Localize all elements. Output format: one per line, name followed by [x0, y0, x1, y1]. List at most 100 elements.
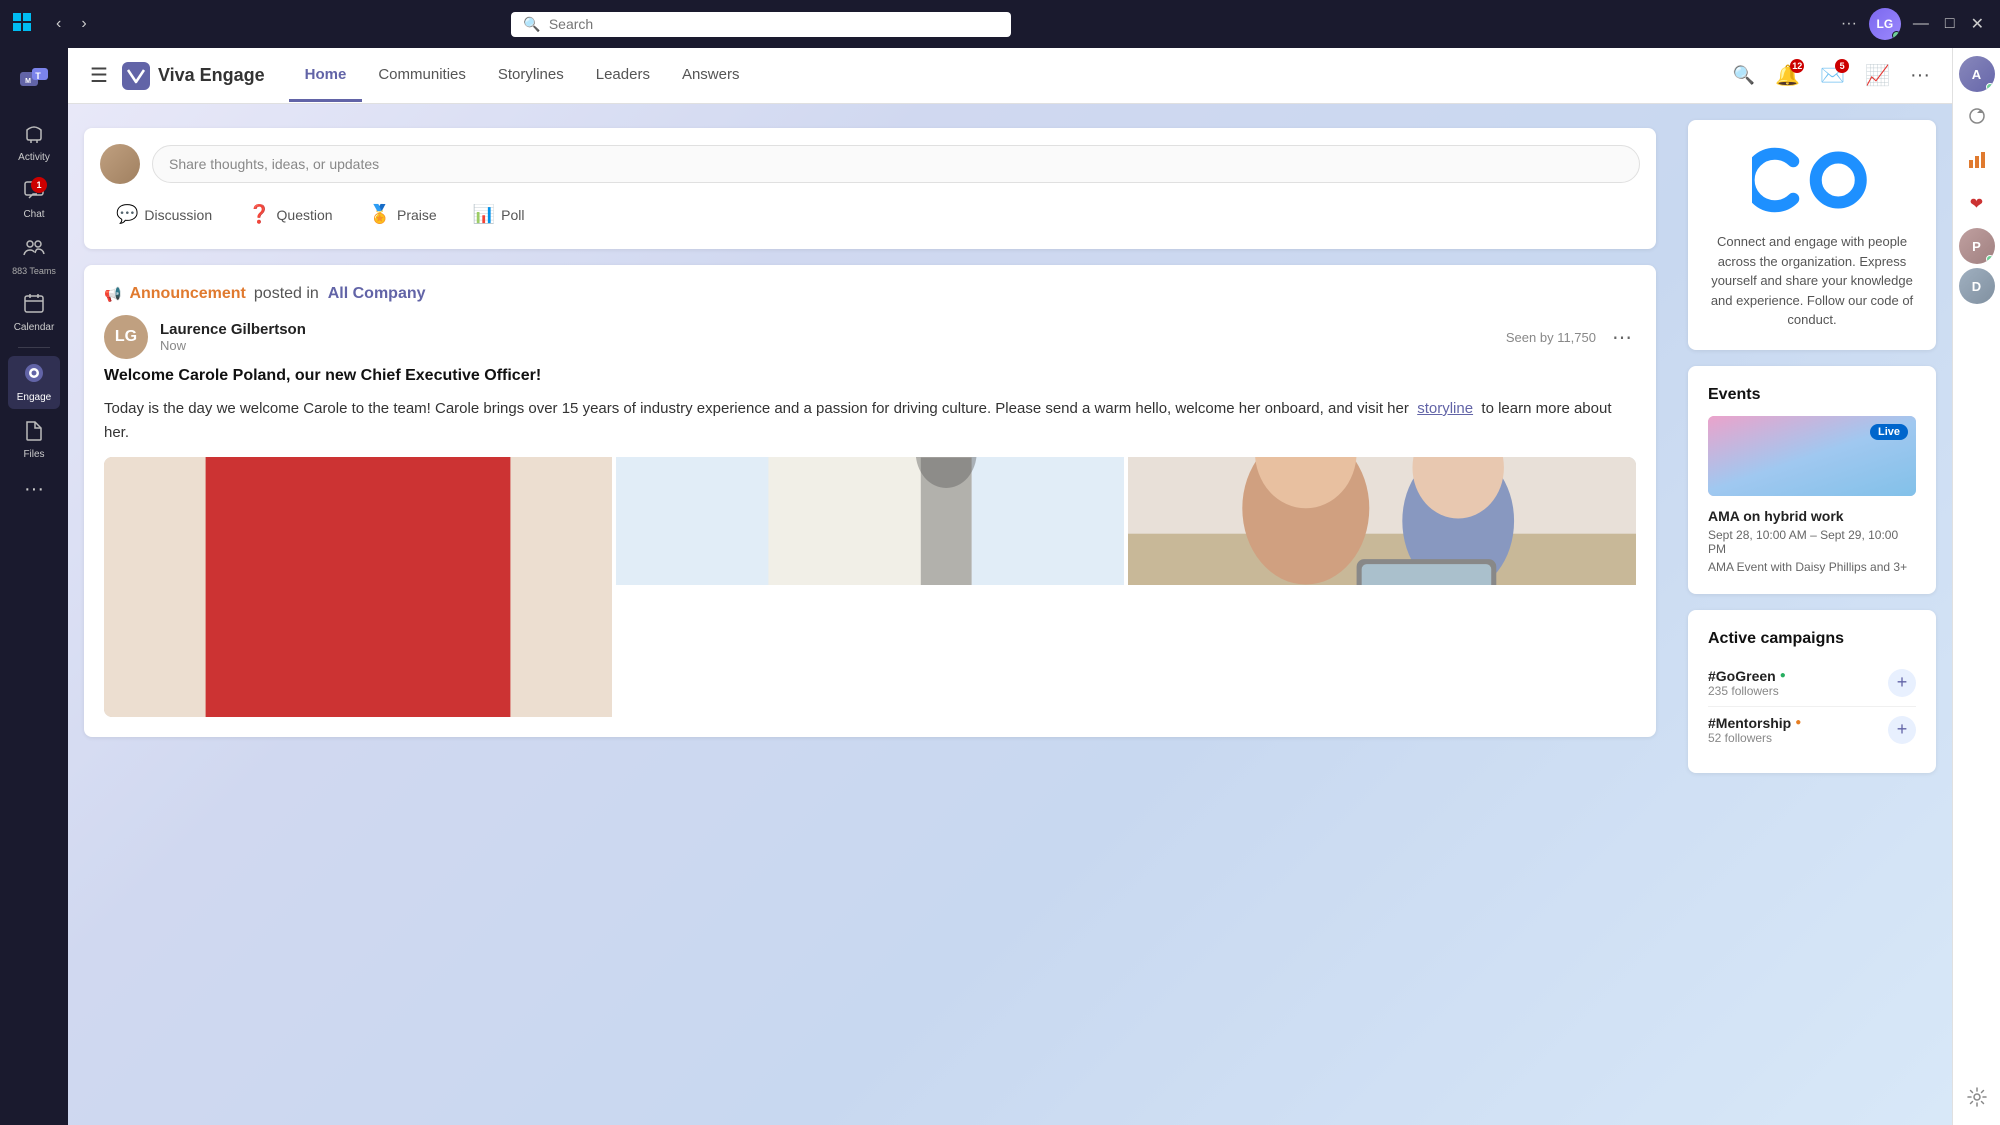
more-options-button[interactable]: ···: [1837, 11, 1861, 37]
minimize-button[interactable]: —: [1909, 11, 1933, 37]
question-label: Question: [277, 207, 333, 223]
praise-label: Praise: [397, 207, 437, 223]
post-more-button[interactable]: ⋯: [1608, 321, 1636, 354]
post-images: [104, 457, 1636, 717]
windows-logo: [12, 12, 32, 37]
post-header: 📢 Announcement posted in All Company: [104, 285, 1636, 303]
right-panel-gear[interactable]: [1957, 1077, 1997, 1117]
community-link[interactable]: All Company: [328, 285, 426, 302]
more-nav-button[interactable]: ···: [1904, 58, 1936, 93]
events-card: Events: [1688, 366, 1936, 594]
messages-button[interactable]: ✉️ 5: [1814, 57, 1851, 94]
avatar1-status-dot: [1986, 83, 1994, 91]
viva-logo-text: Viva Engage: [158, 65, 265, 86]
right-panel-refresh[interactable]: [1957, 96, 1997, 136]
nav-buttons: ‹ ›: [48, 11, 95, 37]
right-panel-chart[interactable]: [1957, 140, 1997, 180]
post-author-info: Laurence Gilbertson Now: [160, 321, 1494, 353]
nav-forward-button[interactable]: ›: [73, 11, 94, 37]
right-panel: A ❤ P D: [1952, 48, 2000, 1125]
post-image-2: [616, 457, 1124, 585]
activity-icon: [23, 122, 45, 150]
nav-item-communities[interactable]: Communities: [362, 50, 482, 102]
discussion-button[interactable]: 💬 Discussion: [100, 196, 228, 233]
viva-logo: Viva Engage: [122, 62, 265, 90]
analytics-button[interactable]: 📈: [1859, 57, 1896, 94]
question-button[interactable]: ❓ Question: [232, 196, 348, 233]
verified-dot-orange: ●: [1795, 717, 1801, 728]
user-avatar[interactable]: LG: [1869, 8, 1901, 40]
right-panel-avatar-2[interactable]: P: [1959, 228, 1995, 264]
post-body: Today is the day we welcome Carole to th…: [104, 397, 1636, 445]
composer-input[interactable]: Share thoughts, ideas, or updates: [152, 145, 1640, 183]
author-name[interactable]: Laurence Gilbertson: [160, 321, 1494, 338]
announcement-icon: 📢: [104, 286, 121, 303]
more-sidebar-button[interactable]: ···: [16, 470, 52, 509]
post-time: Now: [160, 338, 1494, 353]
campaign-followers-mentorship: 52 followers: [1708, 731, 1880, 745]
add-mentorship-button[interactable]: +: [1888, 716, 1916, 744]
files-icon: [23, 419, 45, 447]
composer-avatar: [100, 144, 140, 184]
seen-count: Seen by 11,750: [1506, 330, 1596, 345]
storyline-link[interactable]: storyline: [1417, 400, 1473, 417]
event-item: Live AMA on hybrid work Sept 28, 10:00 A…: [1708, 416, 1916, 574]
avatar2-status-dot: [1986, 255, 1994, 263]
event-title[interactable]: AMA on hybrid work: [1708, 508, 1916, 524]
nav-item-home[interactable]: Home: [289, 50, 363, 102]
campaign-item-mentorship: #Mentorship ● 52 followers +: [1708, 707, 1916, 753]
right-sidebar: Connect and engage with people across th…: [1672, 104, 1952, 1125]
composer-top: Share thoughts, ideas, or updates: [100, 144, 1640, 184]
svg-text:T: T: [35, 71, 41, 81]
chat-label: Chat: [23, 209, 44, 220]
announcement-label: Announcement: [129, 285, 245, 303]
viva-topnav: ☰ Viva Engage Home Communities Storyline…: [68, 48, 1952, 104]
teams-logo[interactable]: T M: [10, 56, 58, 104]
post-image-3: [1128, 457, 1636, 585]
nav-back-button[interactable]: ‹: [48, 11, 69, 37]
hamburger-button[interactable]: ☰: [84, 57, 114, 94]
add-gogreen-button[interactable]: +: [1888, 669, 1916, 697]
engage-icon: [23, 362, 45, 390]
verified-dot-green: ●: [1780, 670, 1786, 681]
right-panel-avatar-1[interactable]: A: [1959, 56, 1995, 92]
right-panel-heart[interactable]: ❤: [1957, 184, 1997, 224]
nav-item-leaders[interactable]: Leaders: [580, 50, 666, 102]
title-bar-right: ··· LG — □ ✕: [1837, 8, 1988, 40]
event-attendees: AMA Event with Daisy Phillips and 3+: [1708, 560, 1916, 574]
community-desc: Connect and engage with people across th…: [1708, 232, 1916, 330]
campaign-info-gogreen: #GoGreen ● 235 followers: [1708, 668, 1880, 698]
question-icon: ❓: [248, 204, 270, 225]
status-dot: [1892, 31, 1901, 40]
sidebar-item-teams[interactable]: 883 Teams: [8, 230, 60, 282]
post-title: Welcome Carole Poland, our new Chief Exe…: [104, 367, 1636, 385]
campaign-item-gogreen: #GoGreen ● 235 followers +: [1708, 660, 1916, 707]
nav-item-storylines[interactable]: Storylines: [482, 50, 580, 102]
right-panel-avatar-3[interactable]: D: [1959, 268, 1995, 304]
viva-nav-right: 🔍 🔔 12 ✉️ 5 📈 ···: [1727, 57, 1936, 94]
notifications-button[interactable]: 🔔 12: [1769, 57, 1806, 94]
campaign-followers-gogreen: 235 followers: [1708, 684, 1880, 698]
maximize-button[interactable]: □: [1941, 11, 1959, 37]
app-container: T M Activity 1 Chat: [0, 48, 2000, 1125]
search-button[interactable]: 🔍: [1727, 59, 1761, 92]
content-left: Share thoughts, ideas, or updates 💬 Disc…: [68, 104, 1672, 1125]
campaigns-section-title: Active campaigns: [1708, 630, 1916, 648]
chat-icon: 1: [23, 179, 45, 207]
poll-button[interactable]: 📊 Poll: [457, 196, 541, 233]
nav-item-answers[interactable]: Answers: [666, 50, 756, 102]
title-bar: ‹ › 🔍 ··· LG — □ ✕: [0, 0, 2000, 48]
sidebar-item-calendar[interactable]: Calendar: [8, 286, 60, 339]
close-button[interactable]: ✕: [1967, 10, 1988, 38]
sidebar-item-activity[interactable]: Activity: [8, 116, 60, 169]
post-author-row: LG Laurence Gilbertson Now Seen by 11,75…: [104, 315, 1636, 359]
praise-button[interactable]: 🏅 Praise: [353, 196, 453, 233]
post-author-avatar: LG: [104, 315, 148, 359]
post-body-part1: Today is the day we welcome Carole to th…: [104, 400, 1409, 417]
chat-badge: 1: [31, 177, 47, 193]
sidebar-item-files[interactable]: Files: [8, 413, 60, 466]
sidebar-item-engage[interactable]: Engage: [8, 356, 60, 409]
search-input[interactable]: [549, 16, 1000, 32]
sidebar-item-chat[interactable]: 1 Chat: [8, 173, 60, 226]
svg-text:M: M: [25, 78, 31, 85]
